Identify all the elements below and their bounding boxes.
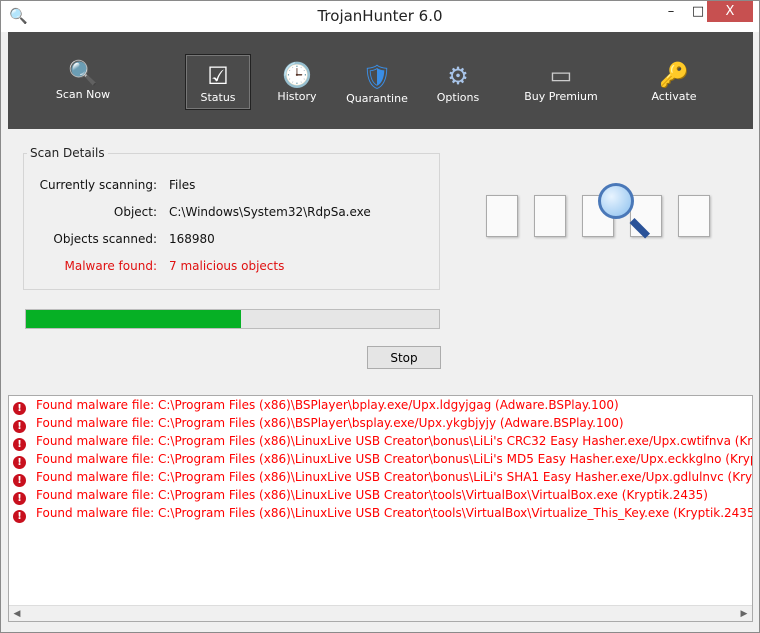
- document-icon: [486, 195, 518, 237]
- log-text: Found malware file: C:\Program Files (x8…: [36, 470, 753, 484]
- status-label: Status: [200, 91, 236, 104]
- currently-scanning-value: Files: [169, 178, 196, 192]
- options-label: Options: [436, 91, 480, 104]
- buy-premium-button[interactable]: ▭ Buy Premium: [523, 60, 599, 103]
- scan-now-label: Scan Now: [55, 88, 111, 101]
- log-text: Found malware file: C:\Program Files (x8…: [36, 452, 753, 466]
- log-text: Found malware file: C:\Program Files (x8…: [36, 488, 708, 502]
- magnifier-icon: [598, 183, 634, 219]
- minimize-button[interactable]: –: [656, 1, 686, 22]
- key-icon: 🔑: [659, 61, 689, 89]
- log-item[interactable]: ! Found malware file: C:\Program Files (x…: [9, 450, 753, 469]
- object-label: Object:: [113, 205, 157, 219]
- scan-now-button[interactable]: 🔍 Scan Now: [53, 58, 113, 101]
- scan-details-title: Scan Details: [27, 146, 108, 160]
- title-bar: 🔍 TrojanHunter 6.0 – □ X: [1, 1, 759, 32]
- shield-icon: 🛡: [361, 63, 393, 91]
- status-tab[interactable]: ☑ Status: [185, 54, 251, 110]
- object-value: C:\Windows\System32\RdpSa.exe: [169, 205, 371, 219]
- gear-icon: ⚙: [447, 62, 469, 90]
- log-item[interactable]: ! Found malware file: C:\Program Files (x…: [9, 414, 752, 433]
- log-item[interactable]: ! Found malware file: C:\Program Files (x…: [9, 396, 752, 415]
- activate-button[interactable]: 🔑 Activate: [646, 60, 702, 103]
- clock-icon: 🕒: [282, 61, 312, 89]
- malware-log-list[interactable]: ! Found malware file: C:\Program Files (x…: [8, 395, 753, 622]
- quarantine-label: Quarantine: [346, 92, 408, 105]
- buy-premium-label: Buy Premium: [524, 90, 598, 103]
- objects-scanned-value: 168980: [169, 232, 215, 246]
- checklist-icon: ☑: [207, 62, 229, 90]
- history-label: History: [277, 90, 317, 103]
- error-icon: !: [13, 510, 26, 523]
- scroll-right-icon[interactable]: ▶: [736, 606, 752, 621]
- main-toolbar: 🔍 Scan Now ☑ Status 🕒 History 🛡 Quarantine ⚙…: [8, 32, 753, 129]
- card-icon: ▭: [549, 61, 573, 89]
- log-item[interactable]: ! Found malware file: C:\Program Files (x…: [9, 468, 753, 487]
- log-text: Found malware file: C:\Program Files (x8…: [36, 416, 624, 430]
- log-text: Found malware file: C:\Program Files (x8…: [36, 506, 753, 520]
- history-tab[interactable]: 🕒 History: [268, 60, 326, 103]
- objects-scanned-label: Objects scanned:: [53, 232, 157, 246]
- malware-found-value: 7 malicious objects: [169, 259, 285, 273]
- close-button[interactable]: X: [707, 1, 753, 22]
- progress-fill: [26, 310, 241, 328]
- scroll-left-icon[interactable]: ◀: [9, 606, 25, 621]
- quarantine-tab[interactable]: 🛡 Quarantine: [344, 62, 410, 105]
- options-tab[interactable]: ⚙ Options: [428, 61, 488, 104]
- log-text: Found malware file: C:\Program Files (x8…: [36, 398, 619, 412]
- scan-progress-bar: [25, 309, 440, 329]
- document-icon: [534, 195, 566, 237]
- currently-scanning-label: Currently scanning:: [39, 178, 157, 192]
- horizontal-scrollbar[interactable]: ◀ ▶: [9, 605, 752, 621]
- log-item[interactable]: ! Found malware file: C:\Program Files (x…: [9, 486, 752, 505]
- activate-label: Activate: [651, 90, 697, 103]
- log-text: Found malware file: C:\Program Files (x8…: [36, 434, 753, 448]
- malware-found-label: Malware found:: [64, 259, 157, 273]
- log-item[interactable]: ! Found malware file: C:\Program Files (x…: [9, 432, 753, 451]
- log-item[interactable]: ! Found malware file: C:\Program Files (x…: [9, 504, 753, 523]
- stop-button[interactable]: Stop: [367, 346, 441, 369]
- scanning-animation: [486, 181, 716, 241]
- document-icon: [678, 195, 710, 237]
- window-title: TrojanHunter 6.0: [317, 7, 443, 25]
- magnifier-icon: 🔍: [68, 59, 98, 87]
